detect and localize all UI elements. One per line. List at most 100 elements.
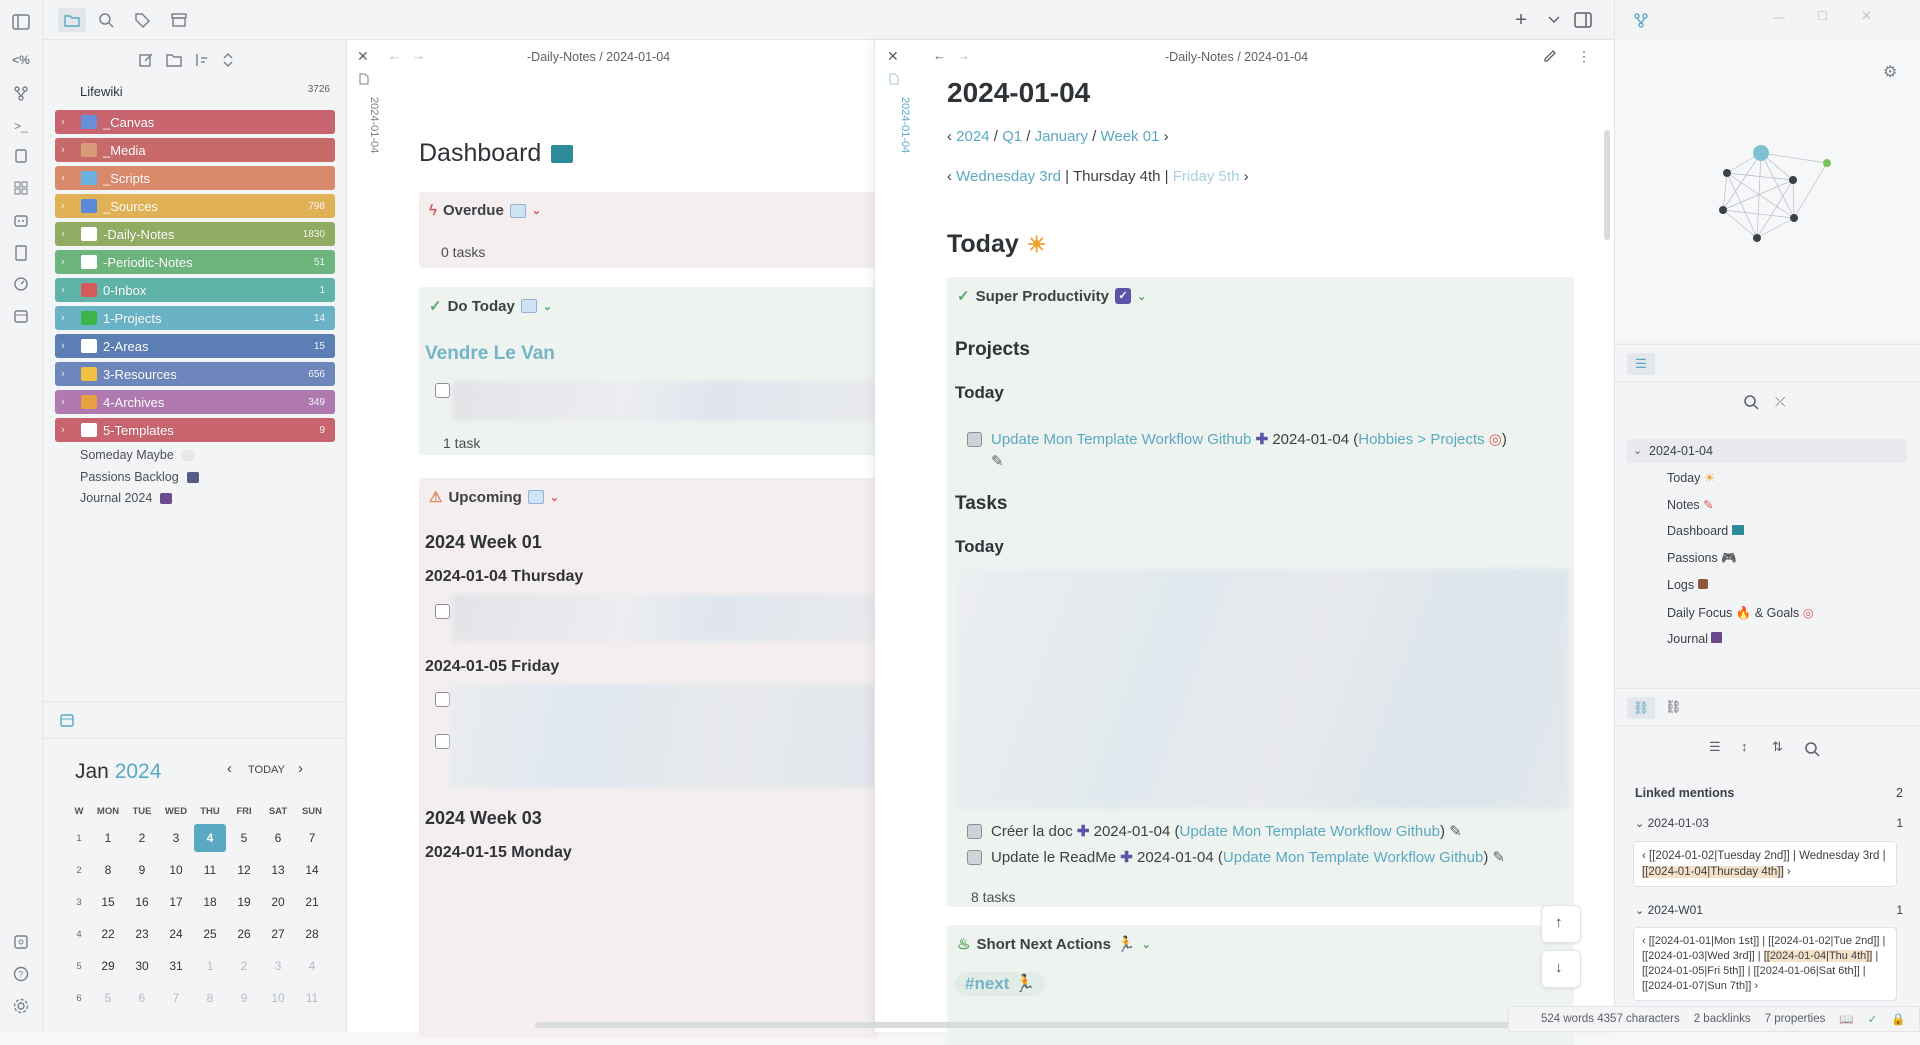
- expand-context-icon[interactable]: ↕: [1741, 739, 1748, 754]
- gauge-icon[interactable]: [11, 274, 31, 294]
- outline-item-passions[interactable]: Passions 🎮: [1667, 551, 1737, 566]
- folder-sources[interactable]: ›_Sources798: [55, 194, 335, 218]
- reading-mode-icon[interactable]: 📖: [1839, 1012, 1853, 1026]
- pencil-emoji-icon[interactable]: ✎: [991, 452, 1571, 470]
- task-checkbox[interactable]: [435, 734, 450, 749]
- backlink-group-header[interactable]: ⌄ 2024-01-031: [1635, 816, 1903, 830]
- minimize-window-icon[interactable]: —: [1773, 10, 1785, 24]
- prev-month-chevron-icon[interactable]: ‹: [227, 760, 232, 777]
- outline-search-icon[interactable]: [1743, 394, 1759, 410]
- vertical-scrollbar[interactable]: [1604, 130, 1610, 240]
- sync-check-icon[interactable]: ✓: [1868, 1012, 1878, 1026]
- calendar-tab-icon[interactable]: [59, 712, 75, 728]
- sort-icon[interactable]: ⇅: [1772, 739, 1783, 755]
- calendar-day[interactable]: 6: [125, 982, 159, 1014]
- calendar-day[interactable]: 29: [91, 950, 125, 982]
- calendar-day[interactable]: 30: [125, 950, 159, 982]
- calendar-day[interactable]: 2: [227, 950, 261, 982]
- calendar-day[interactable]: 7: [159, 982, 193, 1014]
- backlinks-count[interactable]: 2 backlinks: [1694, 1013, 1751, 1025]
- calendar-day[interactable]: 28: [295, 918, 329, 950]
- folder-0-inbox[interactable]: ›0-Inbox1: [55, 278, 335, 302]
- calendar-day[interactable]: 1: [193, 950, 227, 982]
- week-number[interactable]: 6: [67, 982, 91, 1014]
- calendar-day[interactable]: 5: [91, 982, 125, 1014]
- calendar-day[interactable]: 15: [91, 886, 125, 918]
- new-folder-icon[interactable]: [164, 50, 184, 70]
- calendar-day[interactable]: 25: [193, 918, 227, 950]
- task-checkbox[interactable]: [967, 850, 982, 865]
- calendar-day[interactable]: 18: [193, 886, 227, 918]
- vault-root[interactable]: Lifewiki 3726: [80, 84, 330, 102]
- file-someday-maybe[interactable]: Someday Maybe: [80, 448, 194, 462]
- grid-icon[interactable]: [11, 178, 31, 198]
- task-checkbox[interactable]: [435, 692, 450, 707]
- backlink-snippet[interactable]: ‹ [[2024-01-01|Mon 1st]] | [[2024-01-02|…: [1633, 927, 1897, 1001]
- graph-tab-icon[interactable]: [1631, 10, 1651, 30]
- upcoming-title[interactable]: ⚠Upcoming⌄: [429, 488, 559, 506]
- calendar-day[interactable]: 6: [261, 822, 295, 854]
- new-tab-icon[interactable]: +: [1511, 10, 1531, 30]
- file-journal-2024[interactable]: Journal 2024: [80, 491, 172, 505]
- folder-media[interactable]: ›_Media: [55, 138, 335, 162]
- do-today-title[interactable]: ✓Do Today⌄: [429, 297, 552, 315]
- properties-count[interactable]: 7 properties: [1765, 1013, 1826, 1025]
- task-link[interactable]: Update Mon Template Workflow Github: [1180, 823, 1440, 840]
- forward-arrow-icon[interactable]: →: [412, 48, 425, 63]
- today-button[interactable]: TODAY: [248, 764, 285, 776]
- outline-item-journal[interactable]: Journal: [1667, 632, 1722, 646]
- terminal-icon[interactable]: >_: [11, 116, 31, 136]
- overdue-title[interactable]: ϟOverdue⌄: [429, 202, 541, 219]
- right-sidebar-toggle-icon[interactable]: [1573, 10, 1593, 30]
- context-link[interactable]: Hobbies > Projects: [1358, 431, 1484, 448]
- calendar-day[interactable]: 12: [227, 854, 261, 886]
- copy-file-icon[interactable]: [11, 146, 31, 166]
- outline-item-dashboard[interactable]: Dashboard: [1667, 524, 1744, 538]
- back-arrow-icon[interactable]: ←: [933, 48, 946, 63]
- calendar-day[interactable]: 3: [159, 822, 193, 854]
- pencil-emoji-icon[interactable]: ✎: [1449, 823, 1462, 840]
- calendar-day[interactable]: 17: [159, 886, 193, 918]
- crumb-month-link[interactable]: January: [1035, 128, 1088, 145]
- folder-canvas[interactable]: ›_Canvas: [55, 110, 335, 134]
- folder-4-archives[interactable]: ›4-Archives349: [55, 390, 335, 414]
- outline-root[interactable]: ⌄ 2024-01-04: [1627, 439, 1907, 463]
- sort-icon[interactable]: [191, 50, 211, 70]
- outline-item-daily-focus[interactable]: Daily Focus 🔥 & Goals ◎: [1667, 605, 1814, 621]
- calendar-day[interactable]: 3: [261, 950, 295, 982]
- calendar-day[interactable]: 1: [91, 822, 125, 854]
- edit-pencil-icon[interactable]: [1543, 49, 1557, 63]
- crumb-quarter-link[interactable]: Q1: [1002, 128, 1022, 145]
- local-graph-view[interactable]: ⚙: [1615, 40, 1920, 340]
- collapse-all-icon[interactable]: [218, 50, 238, 70]
- calendar-day[interactable]: 23: [125, 918, 159, 950]
- calendar-day[interactable]: 22: [91, 918, 125, 950]
- task-link[interactable]: Update Mon Template Workflow Github: [1223, 849, 1483, 866]
- calendar-day[interactable]: 8: [91, 854, 125, 886]
- calendar-day[interactable]: 31: [159, 950, 193, 982]
- task-checkbox[interactable]: [435, 383, 450, 398]
- calendar-day[interactable]: 10: [159, 854, 193, 886]
- calendar-day[interactable]: 27: [261, 918, 295, 950]
- outline-item-notes[interactable]: Notes ✎: [1667, 497, 1714, 512]
- crumb-week-link[interactable]: Week 01: [1100, 128, 1159, 145]
- close-window-icon[interactable]: ✕: [1861, 8, 1872, 24]
- calendar-day[interactable]: 7: [295, 822, 329, 854]
- tab-list-chevron-icon[interactable]: [1544, 10, 1564, 30]
- outline-collapse-icon[interactable]: ⤫: [1775, 394, 1785, 410]
- folder-5-templates[interactable]: ›5-Templates9: [55, 418, 335, 442]
- calendar-day[interactable]: 2: [125, 822, 159, 854]
- backlink-snippet[interactable]: ‹ [[2024-01-02|Tuesday 2nd]] | Wednesday…: [1633, 841, 1897, 887]
- prev-day-link[interactable]: Wednesday 3rd: [956, 168, 1061, 185]
- folder-2-areas[interactable]: ›2-Areas15: [55, 334, 335, 358]
- maximize-window-icon[interactable]: ☐: [1817, 9, 1828, 23]
- calendar-day[interactable]: 20: [261, 886, 295, 918]
- folder-3-resources[interactable]: ›3-Resources656: [55, 362, 335, 386]
- outline-item-today[interactable]: Today ☀: [1667, 470, 1715, 485]
- next-tag[interactable]: #next 🏃: [955, 972, 1045, 996]
- calendar-day[interactable]: 5: [227, 822, 261, 854]
- outline-tab-icon[interactable]: ☰: [1627, 353, 1655, 375]
- calendar-day[interactable]: 11: [193, 854, 227, 886]
- back-arrow-icon[interactable]: ←: [388, 48, 401, 63]
- backlinks-tab-icon[interactable]: ⛓: [1627, 697, 1655, 719]
